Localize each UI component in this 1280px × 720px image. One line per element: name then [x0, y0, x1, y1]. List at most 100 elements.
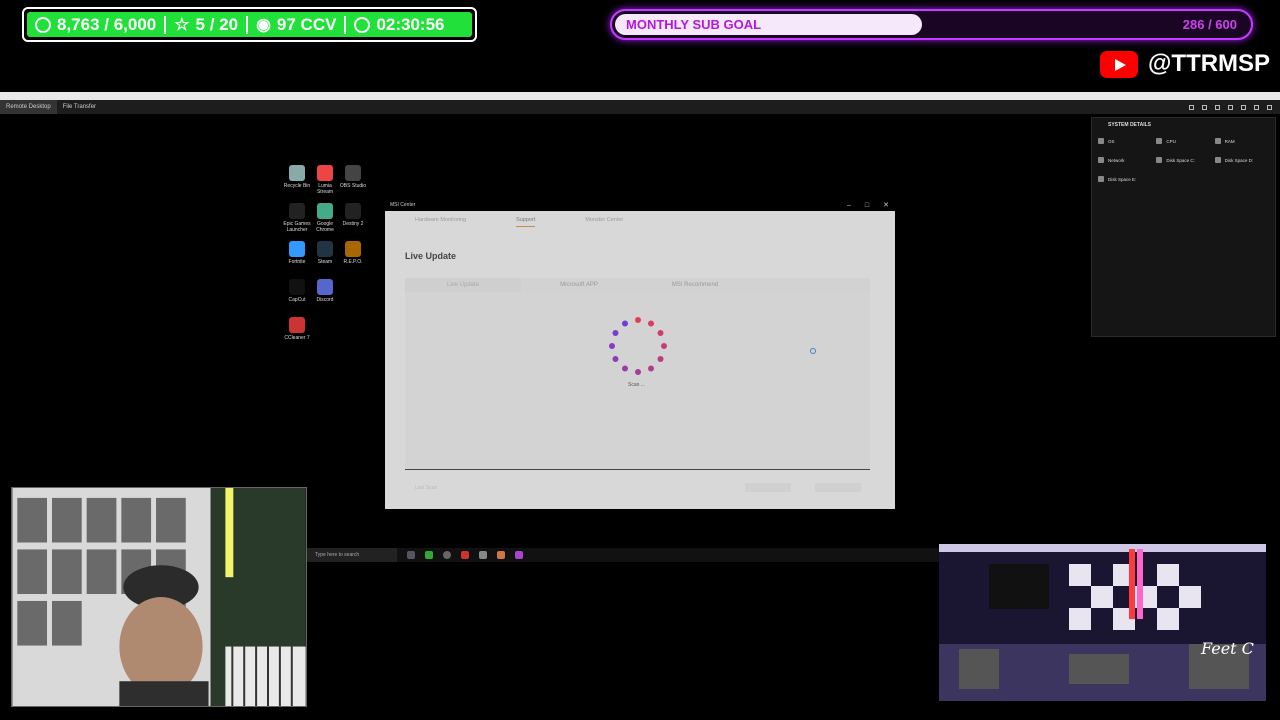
repo-icon — [345, 241, 361, 257]
hardware-icon — [1098, 157, 1104, 163]
desktop-icon-recycle-bin[interactable]: Recycle Bin — [283, 165, 311, 189]
desktop-icon-label: Epic Games Launcher — [283, 221, 311, 233]
minimize-icon[interactable]: – — [847, 200, 851, 211]
desktop-icon-steam[interactable]: Steam — [311, 241, 339, 265]
hardware-icon — [1214, 138, 1221, 144]
star-icon: ☆ — [174, 14, 190, 34]
uptime-stat: 02:30:56 — [346, 15, 452, 35]
app-icon[interactable] — [425, 551, 433, 559]
subtab-microsoft-app[interactable]: Microsoft APP — [521, 278, 637, 292]
tab-remote-desktop[interactable]: Remote Desktop — [0, 100, 57, 114]
desktop-icon-discord[interactable]: Discord — [311, 279, 339, 303]
obs-studio-icon — [345, 165, 361, 181]
desktop-icon-label: Discord — [316, 297, 334, 303]
nav-monster-center[interactable]: Monster Center — [585, 217, 623, 227]
busy-cursor-icon — [810, 348, 816, 354]
msi-center-window: Hardware Monitoring Support Monster Cent… — [385, 211, 895, 509]
spinner-dot — [635, 317, 641, 323]
youtube-handle-badge: @TTRMSP — [1100, 50, 1270, 78]
tab-file-transfer[interactable]: File Transfer — [57, 104, 102, 110]
hardware-icon — [1156, 157, 1163, 163]
youtube-handle: @TTRMSP — [1148, 50, 1271, 77]
spinner-dot — [648, 365, 654, 372]
system-detail-heading: Disk Space D: — [1224, 157, 1254, 163]
record-icon[interactable] — [1241, 104, 1246, 110]
youtube-icon — [1100, 50, 1138, 78]
desktop-icon-label: Steam — [317, 259, 333, 265]
fullscreen-icon[interactable] — [1254, 104, 1259, 110]
subtab-live-update[interactable]: Live Update — [405, 278, 521, 292]
desktop-icon-destiny-2[interactable]: Destiny 2 — [339, 203, 367, 227]
maximize-icon[interactable]: □ — [865, 200, 869, 211]
system-detail-heading: OS — [1108, 138, 1115, 144]
system-detail-cell: Disk Space D: — [1214, 157, 1269, 166]
system-detail-cell: Disk Space E: — [1098, 176, 1152, 185]
stream-stats-bar: 8,763 / 6,000 ☆ 5 / 20 ◉ 97 CCV 02:30:56 — [22, 7, 477, 42]
subs-count: 5 / 20 — [195, 14, 239, 34]
webcam-right: Feet C — [939, 544, 1266, 701]
nav-support[interactable]: Support — [516, 217, 536, 227]
system-details-grid: OS CPU RAM Network Disk Space C: Disk Space D… — [1092, 132, 1275, 191]
lumia-icon[interactable] — [461, 551, 469, 559]
monitor-icon[interactable] — [1202, 104, 1207, 110]
desktop-icon-label: Lumia Stream — [316, 183, 334, 195]
epic-games-launcher-icon — [289, 203, 305, 219]
gear-icon[interactable] — [479, 551, 487, 559]
system-detail-cell: RAM — [1214, 138, 1269, 147]
update-button[interactable] — [745, 483, 791, 492]
discord-icon — [317, 279, 333, 295]
desktop-icon-label: CCleaner 7 — [284, 335, 310, 341]
obs-icon[interactable] — [515, 551, 523, 559]
system-detail-heading: Disk Space C: — [1166, 157, 1195, 163]
chat-icon[interactable] — [1215, 104, 1220, 110]
desktop-icon-google-chrome[interactable]: Google Chrome — [311, 203, 339, 233]
system-detail-heading: RAM — [1224, 138, 1235, 144]
neon-sign: Feet C — [1200, 639, 1254, 658]
desktop-icon-ccleaner[interactable]: CCleaner 7 — [283, 317, 311, 341]
system-details-panel: SYSTEM DETAILS OS CPU RAM Network Disk Space… — [1091, 117, 1276, 337]
keyboard-icon[interactable] — [1228, 104, 1233, 110]
close-icon[interactable] — [1267, 104, 1272, 110]
hardware-icon — [1098, 176, 1104, 182]
eye-icon: ◉ — [256, 14, 271, 34]
viewers-stat: ◉ 97 CCV — [248, 15, 344, 35]
viewer-count: 97 CCV — [276, 14, 337, 34]
spinner-dot — [657, 330, 664, 336]
subs-stat: ☆ 5 / 20 — [166, 15, 246, 35]
desktop-icon-lumia-stream[interactable]: Lumia Stream — [311, 165, 339, 195]
hardware-icon — [1098, 138, 1104, 144]
system-detail-heading: Network — [1108, 157, 1125, 163]
lumia-stream-icon — [317, 165, 333, 181]
desktop-icon-label: R.E.P.O. — [343, 259, 363, 265]
followers-stat: 8,763 / 6,000 — [27, 15, 164, 35]
followers-count: 8,763 / 6,000 — [57, 14, 157, 34]
hardware-icon — [1214, 157, 1221, 163]
desktop-icon-obs-studio[interactable]: OBS Studio — [339, 165, 367, 189]
window-title: MSI Center — [390, 202, 416, 208]
system-detail-cell: CPU — [1156, 138, 1210, 147]
desktop-icon-label: Recycle Bin — [283, 183, 311, 189]
desktop-icon-fortnite[interactable]: Fortnite — [283, 241, 311, 265]
desktop-icon-capcut[interactable]: CapCut — [283, 279, 311, 303]
desktop-icon-repo[interactable]: R.E.P.O. — [339, 241, 367, 265]
chrome-icon[interactable] — [443, 551, 451, 559]
uptime-value: 02:30:56 — [376, 14, 445, 34]
close-icon[interactable]: ✕ — [883, 200, 889, 211]
scan-status: Scan ... — [628, 382, 645, 388]
spinner-dot — [609, 343, 615, 349]
hardware-icon — [1156, 138, 1163, 144]
msi-subtabs: Live Update Microsoft APP MSI Recommend — [405, 278, 870, 292]
system-detail-heading: CPU — [1166, 138, 1176, 144]
page-title: Live Update — [405, 251, 457, 261]
system-detail-cell: Disk Space C: — [1156, 157, 1210, 166]
taskbar-search[interactable]: Type here to search — [307, 548, 397, 562]
file-explorer-icon[interactable] — [407, 551, 415, 559]
nav-hardware-monitoring[interactable]: Hardware Monitoring — [415, 217, 466, 227]
desktop-icon-epic-games-launcher[interactable]: Epic Games Launcher — [283, 203, 311, 233]
recycle-bin-icon — [289, 165, 305, 181]
settings-icon[interactable] — [1189, 104, 1194, 110]
subtab-msi-recommend[interactable]: MSI Recommend — [637, 278, 753, 292]
discord-icon[interactable] — [497, 551, 505, 559]
spinner-dot — [622, 365, 628, 372]
install-button[interactable] — [815, 483, 861, 492]
